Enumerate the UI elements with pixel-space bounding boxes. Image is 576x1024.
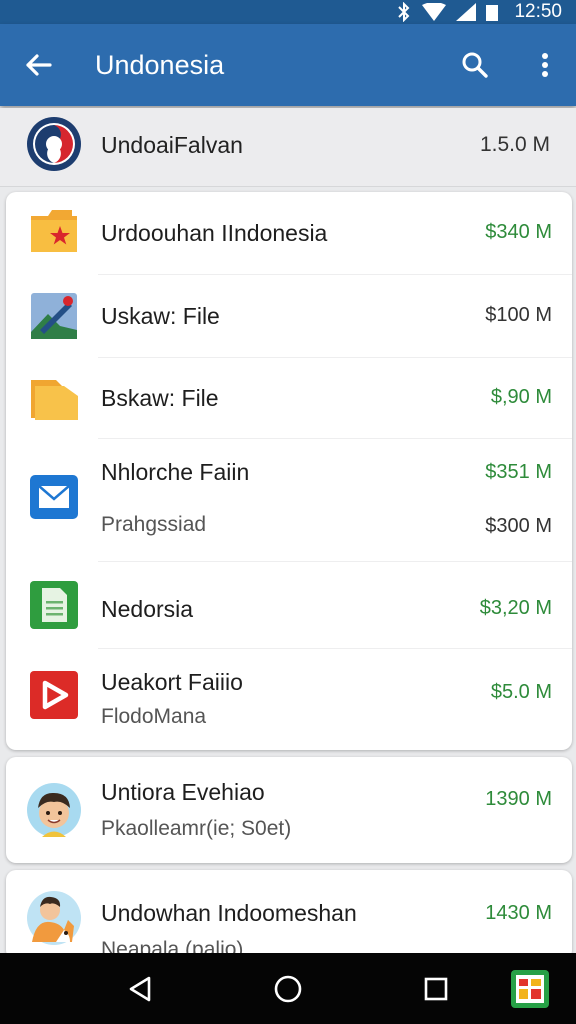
- back-button[interactable]: [18, 49, 58, 81]
- item-sub-amount: $300 M: [485, 515, 552, 537]
- item-amount: $351 M: [485, 461, 552, 483]
- nav-home-button[interactable]: [266, 967, 310, 1011]
- item-amount: $340 M: [485, 221, 552, 243]
- avatar: [27, 783, 81, 837]
- contact-amount: 1390 M: [485, 788, 552, 810]
- square-recents-icon: [424, 977, 448, 1001]
- contact-subtitle: Pkaolleamr(ie; S0et): [101, 817, 292, 840]
- item-subtitle: FlodoMana: [101, 705, 207, 728]
- navigation-bar: [0, 953, 576, 1024]
- page-title: Undonesia: [95, 50, 225, 80]
- summary-size: 1.5.0 M: [479, 133, 550, 156]
- status-time: 12:50: [514, 1, 562, 22]
- avatar: [27, 891, 81, 945]
- contact-card[interactable]: Untiora Evehiao 1390 M Pkaolleamr(ie; S0…: [6, 757, 572, 863]
- list-item[interactable]: Ueakort Faiiio $5.0 M FlodoMana: [6, 649, 572, 749]
- country-flag-icon: [27, 117, 81, 171]
- folder-icon: [31, 380, 78, 420]
- contact-name: Untiora Evehiao: [101, 779, 265, 805]
- item-name: Urdoouhan IIndonesia: [101, 220, 328, 246]
- sheets-app-icon: [511, 970, 549, 1008]
- item-name: Nedorsia: [101, 596, 194, 622]
- list-item[interactable]: Bskaw: File $,90 M: [6, 358, 572, 438]
- contact-amount: 1430 M: [485, 902, 552, 924]
- summary-row[interactable]: UndoaiFalvan 1.5.0 M: [0, 108, 576, 187]
- item-subtitle: Prahgssiad: [101, 513, 207, 536]
- item-name: Nhlorche Faiin: [101, 459, 250, 485]
- list-item[interactable]: Urdoouhan IIndonesia $340 M: [6, 192, 572, 274]
- wifi-icon: [422, 3, 447, 21]
- circle-home-icon: [274, 975, 302, 1003]
- bluetooth-icon: [398, 2, 410, 22]
- battery-icon: [486, 5, 499, 21]
- item-name: Bskaw: File: [101, 385, 219, 411]
- more-vert-icon: [542, 53, 548, 77]
- nav-back-button[interactable]: [118, 967, 162, 1011]
- arrow-back-icon: [26, 54, 52, 76]
- mail-icon: [30, 475, 78, 519]
- list-item[interactable]: Uskaw: File $100 M: [6, 275, 572, 357]
- nav-recents-button[interactable]: [414, 967, 458, 1011]
- document-icon: [30, 581, 78, 629]
- list-item[interactable]: Nedorsia $3,20 M: [6, 562, 572, 648]
- search-icon: [462, 52, 488, 78]
- item-name: Uskaw: File: [101, 303, 220, 329]
- image-file-icon: [31, 293, 77, 339]
- item-amount: $3,20 M: [479, 597, 552, 619]
- app-bar: Undonesia: [0, 24, 576, 106]
- signal-icon: [456, 3, 477, 21]
- video-play-icon: [30, 671, 78, 719]
- item-amount: $5.0 M: [490, 681, 552, 703]
- item-name: Ueakort Faiiio: [101, 669, 243, 695]
- contact-name: Undowhan Indoomeshan: [101, 900, 357, 926]
- search-button[interactable]: [455, 47, 495, 83]
- status-bar: 12:50: [0, 0, 576, 24]
- folder-star-icon: [31, 210, 77, 252]
- summary-name: UndoaiFalvan: [101, 132, 243, 158]
- item-amount: $,90 M: [490, 386, 552, 408]
- more-options-button[interactable]: [530, 47, 560, 83]
- item-amount: $100 M: [485, 304, 552, 326]
- triangle-back-icon: [129, 976, 151, 1002]
- file-list-card: Urdoouhan IIndonesia $340 M Uskaw: File …: [6, 192, 572, 750]
- contact-card[interactable]: Undowhan Indoomeshan 1430 M Neapala (pal…: [6, 870, 572, 960]
- list-item[interactable]: Nhlorche Faiin $351 M Prahgssiad $300 M: [6, 439, 572, 561]
- app-shortcut-button[interactable]: [508, 967, 552, 1011]
